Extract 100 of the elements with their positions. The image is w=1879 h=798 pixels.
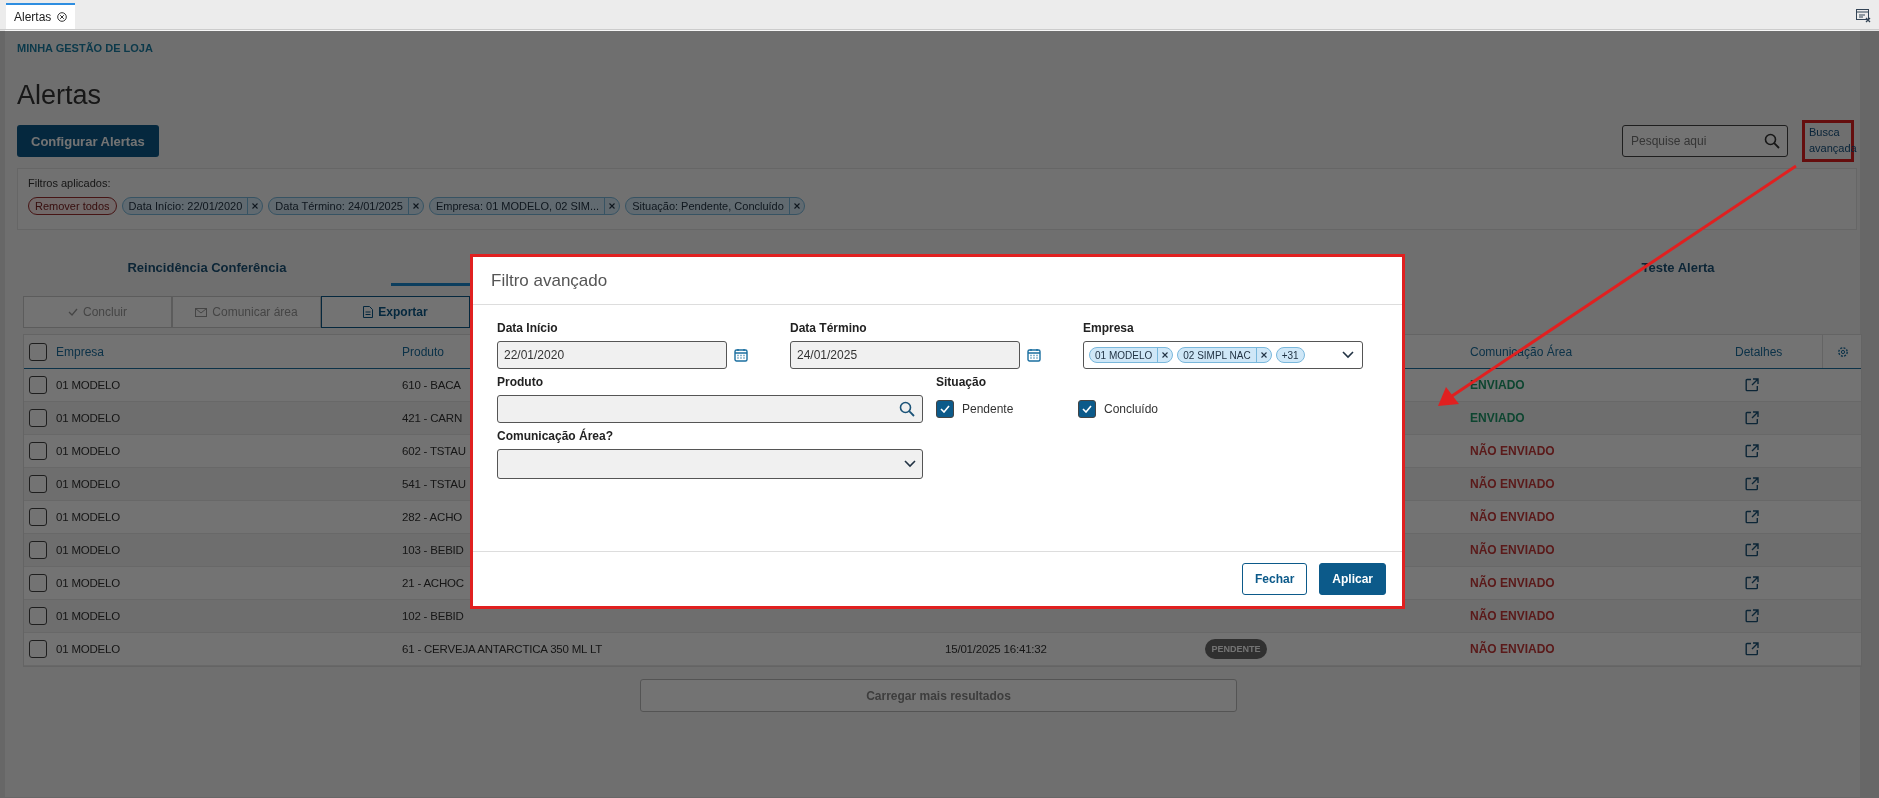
page-tab[interactable]: Alertas	[6, 3, 76, 29]
table-cell: 602 - TSTAU	[402, 445, 466, 457]
start-date-field[interactable]: 22/01/2020	[497, 341, 727, 369]
communication-status: NÃO ENVIADO	[1470, 642, 1556, 656]
view-tab[interactable]: Teste Alerta	[1494, 252, 1862, 286]
company-select[interactable]: 01 MODELO 02 SIMPL NAC +31	[1083, 341, 1363, 369]
chevron-down-icon[interactable]	[904, 460, 916, 468]
status-badge: PENDENTE	[1205, 639, 1267, 659]
external-link-icon[interactable]	[1745, 576, 1759, 590]
row-checkbox[interactable]	[29, 376, 47, 394]
communication-status: NÃO ENVIADO	[1470, 576, 1556, 590]
communication-status: NÃO ENVIADO	[1470, 510, 1556, 524]
communication-status: NÃO ENVIADO	[1470, 444, 1556, 458]
status-checkbox[interactable]	[936, 400, 954, 418]
checkbox-label: Pendente	[962, 402, 1014, 416]
table-cell: 421 - CARN	[402, 412, 462, 424]
row-checkbox[interactable]	[29, 640, 47, 658]
row-checkbox[interactable]	[29, 508, 47, 526]
table-cell: 01 MODELO	[56, 478, 121, 490]
select-all-checkbox[interactable]	[29, 342, 47, 361]
search-icon[interactable]	[1764, 133, 1780, 149]
search-field[interactable]: Pesquise aqui	[1622, 125, 1788, 157]
external-link-icon[interactable]	[1745, 411, 1759, 425]
communication-status: NÃO ENVIADO	[1470, 543, 1556, 557]
remove-all-button[interactable]: Remover todos	[28, 197, 117, 215]
close-icon[interactable]	[57, 12, 68, 22]
column-header: Detalhes	[1735, 344, 1784, 359]
calendar-icon[interactable]	[734, 348, 748, 362]
communication-status: NÃO ENVIADO	[1470, 477, 1556, 491]
table-cell: 21 - ACHOC	[402, 577, 464, 589]
remove-icon[interactable]	[1260, 352, 1267, 358]
field-label: Produto	[497, 375, 543, 389]
filter-chip[interactable]: Data Término: 24/01/2025	[268, 197, 424, 215]
table-cell: 15/01/2025 16:41:32	[945, 643, 1047, 655]
table-cell: 103 - BEBID	[402, 544, 464, 556]
field-label: Data Início	[497, 321, 558, 335]
external-link-icon[interactable]	[1745, 378, 1759, 392]
row-checkbox[interactable]	[29, 475, 47, 493]
filter-chip[interactable]: Data Início: 22/01/2020	[121, 197, 264, 215]
row-checkbox[interactable]	[29, 442, 47, 460]
row-checkbox[interactable]	[29, 574, 47, 592]
checkmark-icon	[940, 405, 950, 413]
table-cell: 01 MODELO	[56, 643, 121, 655]
table-cell: 610 - BACA	[402, 379, 461, 391]
external-link-icon[interactable]	[1745, 609, 1759, 623]
status-checkbox[interactable]	[1078, 400, 1096, 418]
end-date-field[interactable]: 24/01/2025	[790, 341, 1020, 369]
table-cell: 01 MODELO	[56, 412, 121, 424]
table-cell: 541 - TSTAU	[402, 478, 466, 490]
table-cell: 01 MODELO	[56, 445, 121, 457]
row-checkbox[interactable]	[29, 409, 47, 427]
window-close-icon[interactable]	[1855, 7, 1871, 23]
communication-select[interactable]	[497, 449, 923, 479]
table-cell: 01 MODELO	[56, 577, 121, 589]
row-checkbox[interactable]	[29, 541, 47, 559]
table-cell: 282 - ACHO	[402, 511, 462, 523]
calendar-icon[interactable]	[1027, 348, 1041, 362]
checkmark-icon	[1082, 405, 1092, 413]
breadcrumb[interactable]: MINHA GESTÃO DE LOJA	[17, 42, 1857, 58]
chevron-down-icon[interactable]	[1342, 351, 1354, 359]
table-cell: 01 MODELO	[56, 511, 121, 523]
check-icon	[68, 308, 78, 316]
table-cell: 102 - BEBID	[402, 610, 464, 622]
field-label: Empresa	[1083, 321, 1134, 335]
action-button[interactable]: Exportar	[321, 296, 470, 328]
table-cell: 61 - CERVEJA ANTARCTICA 350 ML LT	[402, 643, 603, 655]
communication-status: ENVIADO	[1470, 378, 1526, 392]
remove-icon[interactable]	[1162, 352, 1169, 358]
table-cell: 01 MODELO	[56, 544, 121, 556]
row-checkbox[interactable]	[29, 607, 47, 625]
column-header[interactable]: Empresa	[56, 344, 402, 359]
field-label: Comunicação Área?	[497, 429, 614, 443]
page-title: Alertas	[17, 80, 103, 112]
company-chip[interactable]: 02 SIMPL NAC	[1177, 347, 1272, 363]
mail-icon	[195, 307, 208, 317]
external-link-icon[interactable]	[1745, 477, 1759, 491]
document-icon	[363, 306, 374, 318]
field-label: Data Término	[790, 321, 867, 335]
filter-chip[interactable]: Situação: Pendente, Concluído	[625, 197, 805, 215]
view-tab[interactable]: Reincidência Conferência	[23, 252, 391, 286]
more-count-chip[interactable]: +31	[1275, 347, 1305, 363]
field-label: Situação	[936, 375, 986, 389]
communication-status: NÃO ENVIADO	[1470, 609, 1556, 623]
close-button[interactable]: Fechar	[1241, 563, 1308, 595]
external-link-icon[interactable]	[1745, 642, 1759, 656]
configure-alerts-button[interactable]: Configurar Alertas	[17, 125, 159, 157]
filter-chip[interactable]: Empresa: 01 MODELO, 02 SIM...	[428, 197, 621, 215]
filters-label: Filtros aplicados:	[28, 177, 112, 189]
external-link-icon[interactable]	[1745, 543, 1759, 557]
table-cell: 01 MODELO	[56, 379, 121, 391]
external-link-icon[interactable]	[1745, 444, 1759, 458]
company-chip[interactable]: 01 MODELO	[1089, 347, 1174, 363]
product-field[interactable]	[497, 395, 923, 423]
external-link-icon[interactable]	[1745, 510, 1759, 524]
table-cell: 01 MODELO	[56, 610, 121, 622]
search-icon[interactable]	[899, 401, 915, 417]
settings-icon[interactable]	[1836, 345, 1849, 358]
checkbox-label: Concluído	[1104, 402, 1159, 416]
dialog-title: Filtro avançado	[491, 270, 608, 291]
apply-button[interactable]: Aplicar	[1319, 563, 1386, 595]
